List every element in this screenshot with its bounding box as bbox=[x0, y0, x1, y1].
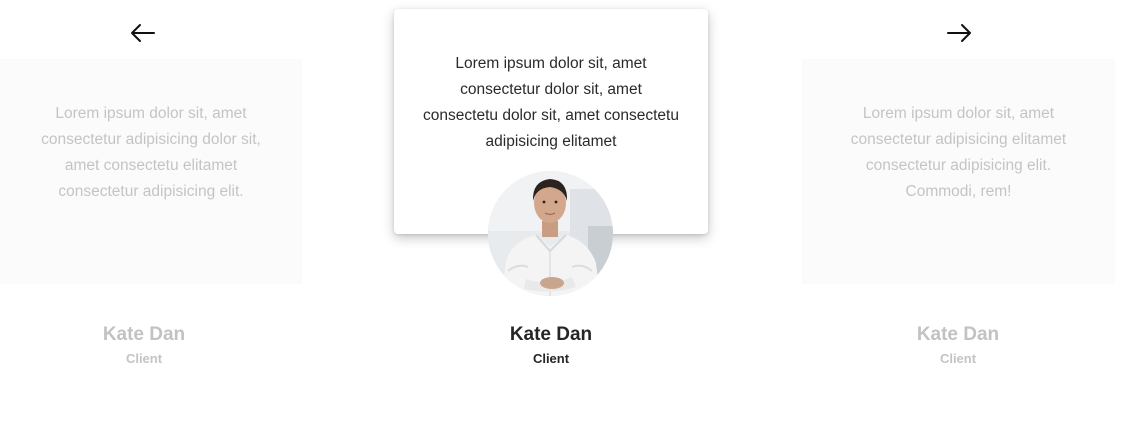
avatar bbox=[488, 171, 613, 296]
person-photo bbox=[488, 171, 613, 296]
author-role: Client bbox=[939, 351, 977, 366]
testimonial-card-previous[interactable]: Lorem ipsum dolor sit, amet consectetur … bbox=[0, 59, 302, 284]
testimonial-card-next[interactable]: Lorem ipsum dolor sit, amet consectetur … bbox=[802, 59, 1115, 284]
testimonial-author-previous: Kate Dan Client bbox=[44, 323, 244, 366]
author-name: Kate Dan bbox=[102, 324, 186, 345]
author-role: Client bbox=[532, 351, 570, 366]
arrow-left-icon[interactable] bbox=[128, 20, 156, 46]
author-name: Kate Dan bbox=[916, 324, 1000, 345]
testimonial-author-next: Kate Dan Client bbox=[858, 323, 1058, 366]
testimonial-author-active: Kate Dan Client bbox=[451, 323, 651, 366]
testimonial-carousel: Lorem ipsum dolor sit, amet consectetur … bbox=[0, 0, 1147, 422]
testimonial-quote: Lorem ipsum dolor sit, amet consectetur … bbox=[41, 105, 261, 200]
arrow-right-icon[interactable] bbox=[946, 20, 974, 46]
author-name: Kate Dan bbox=[509, 324, 593, 345]
author-role: Client bbox=[125, 351, 163, 366]
testimonial-quote: Lorem ipsum dolor sit, amet consectetur … bbox=[850, 105, 1067, 200]
